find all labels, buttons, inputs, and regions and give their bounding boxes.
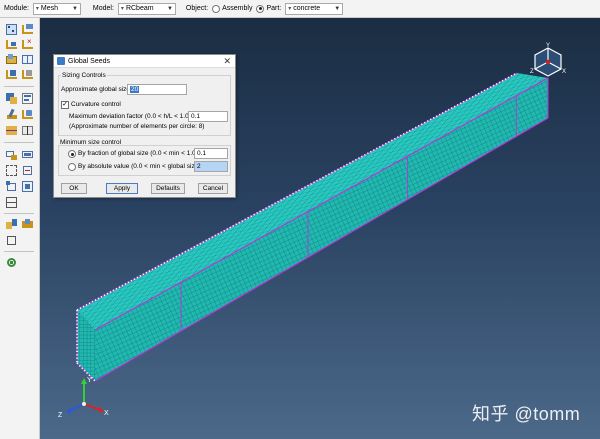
seed-edge-bias-icon[interactable]	[5, 38, 18, 51]
delete-mesh-icon[interactable]	[21, 68, 34, 81]
model-label: Model:	[92, 5, 114, 12]
toolbox-separator	[4, 213, 34, 214]
part-value: concrete	[293, 5, 321, 12]
curvature-label: Curvature control	[71, 101, 121, 108]
model-value: RCbeam	[125, 5, 154, 12]
toolbox-separator	[4, 142, 34, 143]
curvature-checkbox[interactable]: ✓	[61, 101, 69, 109]
chevron-down-icon: ▼	[334, 5, 341, 12]
by-absolute-radio[interactable]	[68, 163, 76, 171]
coordinate-triad: Y X Z	[58, 377, 109, 419]
mesh-controls-icon[interactable]	[5, 53, 18, 66]
cancel-button[interactable]: Cancel	[198, 183, 228, 194]
module-label: Module:	[4, 5, 29, 12]
abaqus-icon	[57, 57, 65, 65]
seed-part-icon[interactable]	[5, 23, 18, 36]
module-select[interactable]: ▾ Mesh ▼	[32, 2, 81, 15]
part-select[interactable]: ▾ concrete ▼	[285, 2, 344, 15]
restore-edges-icon[interactable]	[5, 180, 18, 193]
view-cube-y-label: Y	[546, 43, 550, 49]
dialog-titlebar[interactable]: Global Seeds ✕	[54, 55, 235, 68]
combine-faces-icon[interactable]	[5, 164, 18, 177]
triad-y-label: Y	[87, 377, 92, 384]
defaults-button[interactable]: Defaults	[151, 183, 185, 194]
ignore-entities-icon[interactable]	[21, 164, 34, 177]
mesh-to-geometry-icon[interactable]	[5, 234, 18, 247]
min-size-label: Minimum size control	[60, 139, 122, 146]
close-icon[interactable]: ✕	[223, 56, 231, 67]
ok-button[interactable]: OK	[61, 183, 87, 194]
approx-size-field[interactable]: 20	[127, 84, 187, 95]
delete-seeds-icon[interactable]: ×	[21, 38, 34, 51]
approx-elements-note: (Approximate number of elements per circ…	[69, 123, 205, 130]
part-radio[interactable]: Part:	[256, 4, 282, 13]
view-cube-z-label: Z	[530, 69, 534, 75]
sweep-path-icon[interactable]	[21, 218, 34, 231]
radio-selected-icon	[256, 4, 265, 13]
mesh-region-icon[interactable]	[5, 196, 18, 209]
by-fraction-radio[interactable]	[68, 150, 76, 158]
partition-cell-icon[interactable]	[21, 124, 34, 137]
module-value: Mesh	[40, 5, 59, 12]
tools-settings-icon[interactable]	[5, 256, 18, 269]
model-select[interactable]: ▾ RCbeam ▼	[117, 2, 176, 15]
by-absolute-field[interactable]: 2	[194, 161, 228, 172]
dropdown-icon: ▾	[288, 6, 292, 12]
repair-geometry-icon[interactable]	[21, 148, 34, 161]
mesh-part-icon[interactable]	[5, 68, 18, 81]
partition-face-icon[interactable]	[5, 124, 18, 137]
by-fraction-label: By fraction of global size (0.0 < min < …	[78, 150, 198, 157]
by-fraction-field[interactable]: 0.1	[194, 148, 228, 159]
mesh-toolbox: ×	[0, 18, 40, 439]
dropdown-icon: ▾	[35, 6, 39, 12]
mesh-query-icon[interactable]	[21, 108, 34, 121]
adaptivity-icon[interactable]	[21, 180, 34, 193]
context-bar: Module: ▾ Mesh ▼ Model: ▾ RCbeam ▼ Objec…	[0, 0, 600, 18]
toolbox-separator	[4, 251, 34, 252]
verify-mesh-icon[interactable]	[21, 92, 34, 105]
view-cube[interactable]: Y X Z	[528, 42, 568, 82]
virtual-topology-icon[interactable]	[5, 148, 18, 161]
sizing-controls-label: Sizing Controls	[61, 72, 107, 79]
chevron-down-icon: ▼	[71, 5, 78, 12]
max-deviation-label: Maximum deviation factor (0.0 < h/L < 1.…	[69, 113, 193, 120]
element-type-icon[interactable]	[21, 53, 34, 66]
part-label: Part:	[266, 5, 282, 12]
max-deviation-field[interactable]: 0.1	[188, 111, 228, 122]
toolbox-separator	[4, 86, 34, 87]
global-seeds-dialog: Global Seeds ✕ Sizing Controls Approxima…	[53, 54, 236, 198]
approx-size-value: 20	[130, 86, 140, 93]
view-cube-x-label: X	[562, 69, 566, 75]
assembly-radio[interactable]: Assembly	[212, 4, 253, 13]
apply-button[interactable]: Apply	[106, 183, 138, 194]
triad-x-label: X	[104, 410, 109, 417]
triad-z-label: Z	[58, 412, 63, 419]
assign-orientation-icon[interactable]	[5, 218, 18, 231]
radio-icon	[212, 4, 221, 13]
edit-mesh-icon[interactable]	[5, 108, 18, 121]
assign-stack-direction-icon[interactable]	[5, 92, 18, 105]
watermark: 知乎 @tomm	[472, 404, 581, 424]
seed-edges-icon[interactable]	[21, 23, 34, 36]
object-label: Object:	[185, 5, 209, 12]
assembly-label: Assembly	[222, 5, 253, 12]
dialog-title: Global Seeds	[68, 57, 111, 65]
by-absolute-label: By absolute value (0.0 < min < global si…	[78, 163, 201, 170]
chevron-down-icon: ▼	[166, 5, 173, 12]
dropdown-icon: ▾	[120, 6, 124, 12]
approx-size-label: Approximate global size:	[61, 86, 132, 93]
